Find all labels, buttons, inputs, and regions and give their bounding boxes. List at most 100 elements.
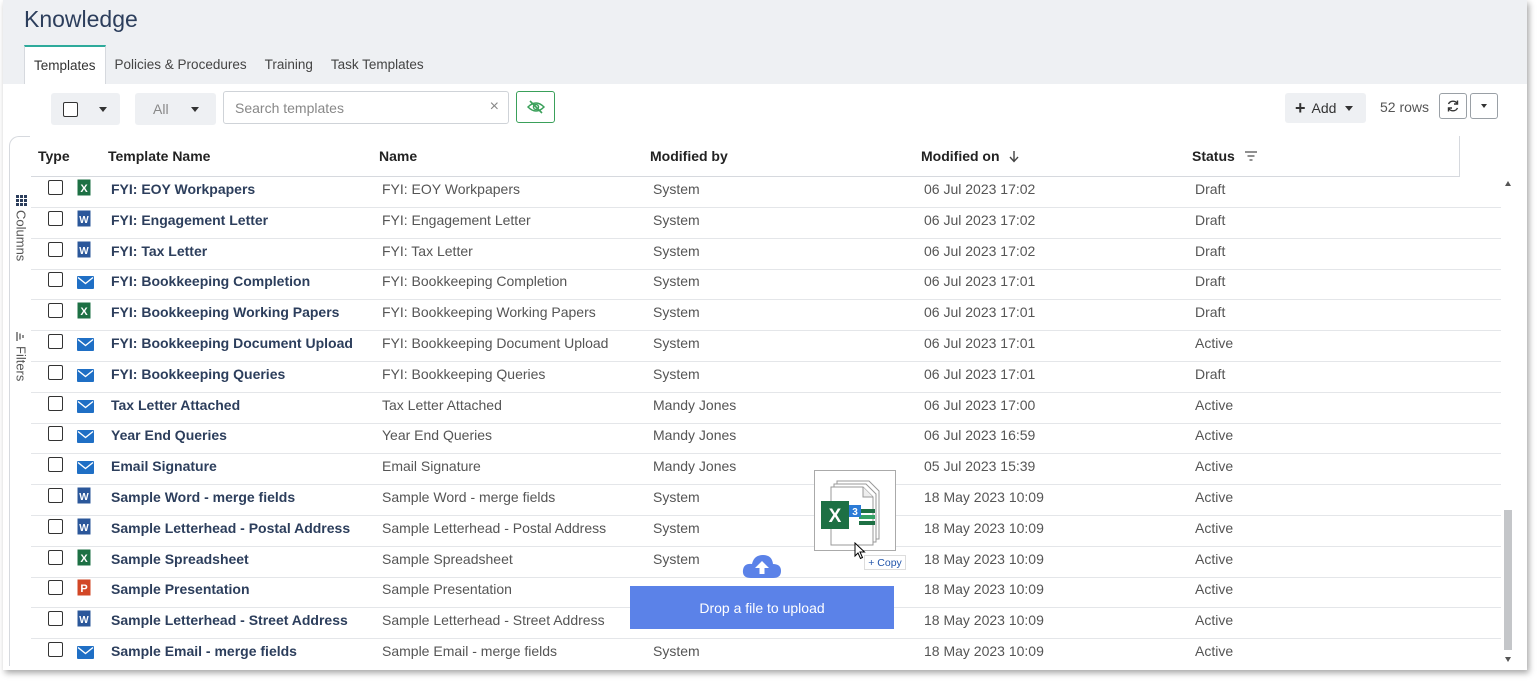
table-row[interactable]: W Sample Letterhead - Postal Address Sampl… (31, 516, 1501, 547)
refresh-icon (1447, 100, 1459, 112)
select-all-dropdown[interactable] (51, 93, 120, 125)
table-row[interactable]: W FYI: Engagement Letter FYI: Engagement L… (31, 208, 1501, 239)
toggle-hidden-button[interactable] (516, 91, 555, 123)
table-row[interactable]: Email Signature Email Signature Mandy Jone… (31, 454, 1501, 486)
table-row[interactable]: Sample Email - merge fields Sample Email … (31, 639, 1501, 666)
status-cell: Active (1195, 612, 1234, 629)
status-cell: Active (1195, 550, 1234, 567)
scroll-down-icon[interactable] (1505, 657, 1511, 662)
status-filter-dropdown[interactable]: All (135, 93, 216, 125)
modified-on-cell: 18 May 2023 10:09 (924, 489, 1044, 505)
row-checkbox[interactable] (48, 488, 63, 503)
table-row[interactable]: W FYI: Tax Letter FYI: Tax Letter System 06 … (31, 239, 1501, 270)
clear-search-icon[interactable]: × (490, 98, 499, 116)
refresh-button[interactable] (1439, 93, 1467, 119)
row-checkbox[interactable] (48, 642, 63, 657)
row-checkbox[interactable] (48, 303, 63, 319)
header-template-name[interactable]: Template Name (108, 148, 210, 164)
row-checkbox[interactable] (48, 210, 63, 226)
plus-icon: + (1295, 98, 1306, 118)
name-cell: Email Signature (382, 458, 481, 475)
cloud-upload-icon (742, 555, 781, 578)
template-name-link[interactable]: Sample Spreadsheet (111, 551, 249, 567)
tab-training[interactable]: Training (256, 45, 322, 84)
template-name-link[interactable]: Sample Letterhead - Street Address (111, 612, 348, 628)
table-row[interactable]: X FYI: Bookkeeping Working Papers FYI: Boo… (31, 300, 1501, 332)
table-row[interactable]: FYI: Bookkeeping Document Upload FYI: Boo… (31, 331, 1501, 362)
status-cell: Active (1195, 396, 1234, 413)
row-checkbox[interactable] (48, 364, 63, 380)
name-cell: FYI: Bookkeeping Document Upload (382, 335, 609, 351)
template-name-link[interactable]: FYI: Bookkeeping Completion (111, 273, 310, 289)
eye-off-icon (526, 100, 545, 114)
name-cell: FYI: Bookkeeping Working Papers (382, 304, 596, 321)
modified-on-cell: 18 May 2023 10:09 (924, 519, 1044, 536)
row-checkbox[interactable] (48, 426, 63, 442)
row-checkbox[interactable] (48, 580, 63, 596)
scrollbar-thumb[interactable] (1504, 510, 1512, 650)
search-input[interactable] (233, 99, 473, 117)
row-checkbox[interactable] (48, 272, 63, 288)
table-row[interactable]: FYI: Bookkeeping Completion FYI: Bookkeep… (31, 269, 1501, 301)
row-checkbox[interactable] (48, 611, 63, 627)
table-row[interactable]: Tax Letter Attached Tax Letter Attached Ma… (31, 393, 1501, 424)
template-name-link[interactable]: FYI: EOY Workpapers (111, 181, 255, 197)
filters-panel-toggle[interactable]: Filters (12, 331, 30, 381)
select-all-checkbox[interactable] (63, 101, 78, 117)
header-modified-by[interactable]: Modified by (650, 148, 728, 164)
sort-descending-icon (1009, 150, 1019, 163)
svg-text:X: X (80, 306, 88, 318)
name-cell: FYI: Bookkeeping Completion (382, 273, 568, 290)
template-name-link[interactable]: FYI: Bookkeeping Working Papers (111, 304, 339, 320)
template-name-link[interactable]: Sample Letterhead - Postal Address (111, 520, 350, 536)
template-name-link[interactable]: Email Signature (111, 458, 217, 474)
template-name-link[interactable]: Sample Email - merge fields (111, 643, 297, 659)
status-cell: Active (1195, 489, 1234, 505)
table-row[interactable]: X FYI: EOY Workpapers FYI: EOY Workpapers S… (31, 177, 1501, 208)
header-modified-on[interactable]: Modified on (921, 148, 1020, 164)
excel-file-icon: X 3 (821, 480, 880, 546)
row-checkbox[interactable] (48, 334, 63, 349)
row-checkbox[interactable] (48, 241, 63, 257)
columns-panel-toggle[interactable]: Columns (12, 195, 30, 261)
tab-templates[interactable]: Templates (24, 45, 106, 84)
word-file-icon: W (77, 241, 91, 261)
drop-zone[interactable]: Drop a file to upload (630, 586, 894, 629)
add-button[interactable]: + Add (1285, 93, 1366, 123)
tab-policies-procedures[interactable]: Policies & Procedures (106, 45, 256, 84)
table-row[interactable]: Year End Queries Year End Queries Mandy Jo… (31, 423, 1501, 455)
search-box: × (223, 91, 509, 124)
scroll-up-icon[interactable] (1505, 181, 1511, 186)
header-name[interactable]: Name (379, 148, 417, 164)
row-checkbox[interactable] (48, 457, 63, 473)
more-options-button[interactable] (1470, 93, 1498, 119)
template-name-link[interactable]: Year End Queries (111, 427, 227, 443)
template-name-link[interactable]: Sample Word - merge fields (111, 489, 295, 505)
template-name-link[interactable]: FYI: Engagement Letter (111, 212, 268, 228)
header-status-label: Status (1192, 148, 1235, 164)
template-name-link[interactable]: Tax Letter Attached (111, 397, 240, 413)
table-row[interactable]: FYI: Bookkeeping Queries FYI: Bookkeeping… (31, 362, 1501, 393)
template-name-link[interactable]: Sample Presentation (111, 581, 250, 597)
header-status[interactable]: Status (1192, 148, 1258, 164)
header-type[interactable]: Type (38, 148, 70, 164)
modified-by-cell: System (653, 335, 700, 351)
vertical-scrollbar[interactable] (1503, 177, 1513, 666)
name-cell: FYI: Engagement Letter (382, 211, 531, 228)
template-name-link[interactable]: FYI: Bookkeeping Queries (111, 366, 285, 382)
template-name-link[interactable]: FYI: Tax Letter (111, 243, 207, 259)
row-checkbox[interactable] (48, 518, 63, 534)
filter-icon[interactable] (1244, 151, 1258, 161)
modified-on-cell: 18 May 2023 10:09 (924, 581, 1044, 598)
table-row[interactable]: W Sample Word - merge fields Sample Word -… (31, 485, 1501, 516)
row-checkbox[interactable] (48, 395, 63, 411)
row-checkbox[interactable] (48, 180, 63, 195)
row-checkbox[interactable] (48, 549, 63, 565)
header-divider (1459, 136, 1460, 177)
name-cell: FYI: Bookkeeping Queries (382, 365, 546, 382)
template-name-link[interactable]: FYI: Bookkeeping Document Upload (111, 335, 353, 351)
modified-by-cell: System (653, 365, 700, 382)
tab-task-templates[interactable]: Task Templates (322, 45, 433, 84)
modified-on-cell: 06 Jul 2023 17:01 (924, 273, 1036, 290)
modified-by-cell: Mandy Jones (653, 396, 737, 413)
